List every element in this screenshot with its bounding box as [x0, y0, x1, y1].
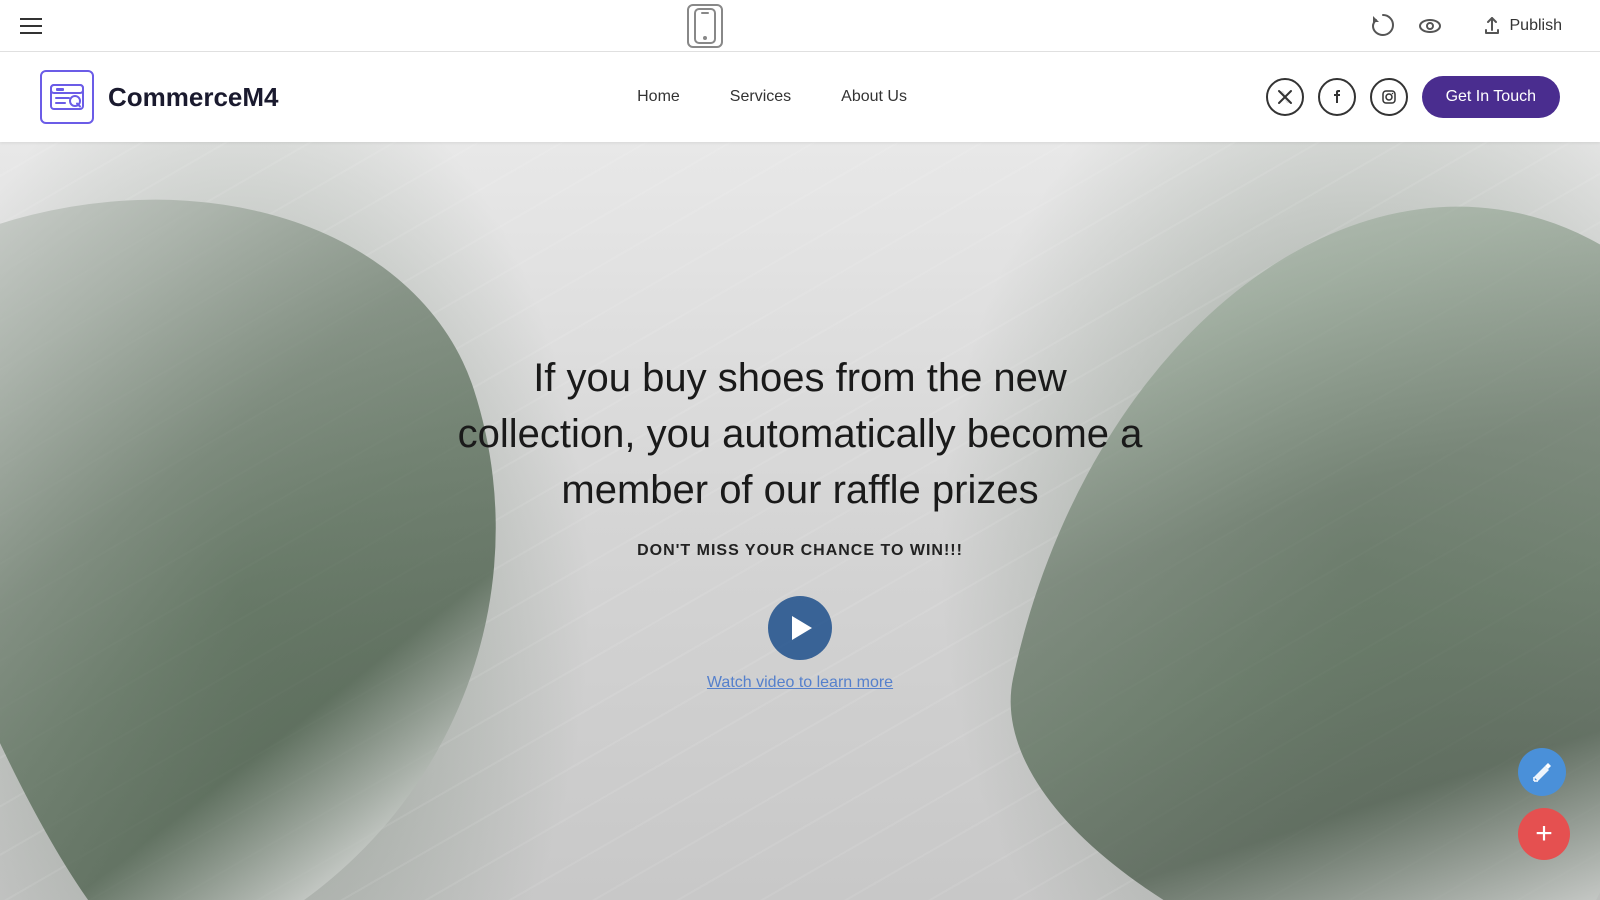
preview-eye-icon[interactable]: [1416, 12, 1444, 40]
instagram-icon: [1381, 89, 1397, 105]
hero-headline: If you buy shoes from the new collection…: [440, 350, 1160, 518]
play-button[interactable]: [768, 596, 832, 660]
publish-button[interactable]: Publish: [1464, 8, 1580, 44]
nav-right: Get In Touch: [1266, 76, 1560, 118]
site-navbar: CommerceM4 Home Services About Us Get In…: [0, 52, 1600, 142]
nav-about[interactable]: About Us: [841, 88, 907, 106]
hamburger-menu-icon[interactable]: [20, 18, 42, 34]
publish-label: Publish: [1510, 17, 1562, 35]
hero-subheading: DON'T MISS YOUR CHANCE TO WIN!!!: [637, 542, 963, 560]
add-fab-button[interactable]: +: [1518, 808, 1570, 860]
plus-icon: +: [1535, 819, 1553, 849]
play-triangle-icon: [792, 616, 812, 640]
twitter-social-button[interactable]: [1266, 78, 1304, 116]
get-in-touch-button[interactable]: Get In Touch: [1422, 76, 1560, 118]
fab-container: +: [1518, 748, 1570, 860]
brand-name: CommerceM4: [108, 82, 279, 113]
phone-icon: [694, 8, 716, 44]
edit-fab-button[interactable]: [1518, 748, 1566, 796]
editor-bar: Publish: [0, 0, 1600, 52]
hero-content: If you buy shoes from the new collection…: [0, 142, 1600, 900]
twitter-icon: [1277, 89, 1293, 105]
logo-icon: [49, 79, 85, 115]
upload-icon: [1482, 16, 1502, 36]
nav-services[interactable]: Services: [730, 88, 791, 106]
editor-bar-left: [20, 18, 42, 34]
facebook-icon: [1329, 89, 1345, 105]
undo-icon[interactable]: [1368, 12, 1396, 40]
brand: CommerceM4: [40, 70, 279, 124]
nav-links: Home Services About Us: [637, 88, 907, 106]
pencil-icon: [1531, 761, 1553, 783]
brand-logo: [40, 70, 94, 124]
instagram-social-button[interactable]: [1370, 78, 1408, 116]
hero-section: If you buy shoes from the new collection…: [0, 142, 1600, 900]
mobile-preview-button[interactable]: [687, 4, 723, 48]
editor-bar-right: Publish: [1368, 8, 1580, 44]
watch-video-link[interactable]: Watch video to learn more: [707, 674, 893, 692]
video-play-container: Watch video to learn more: [707, 596, 893, 692]
editor-bar-center: [687, 4, 723, 48]
nav-home[interactable]: Home: [637, 88, 680, 106]
facebook-social-button[interactable]: [1318, 78, 1356, 116]
